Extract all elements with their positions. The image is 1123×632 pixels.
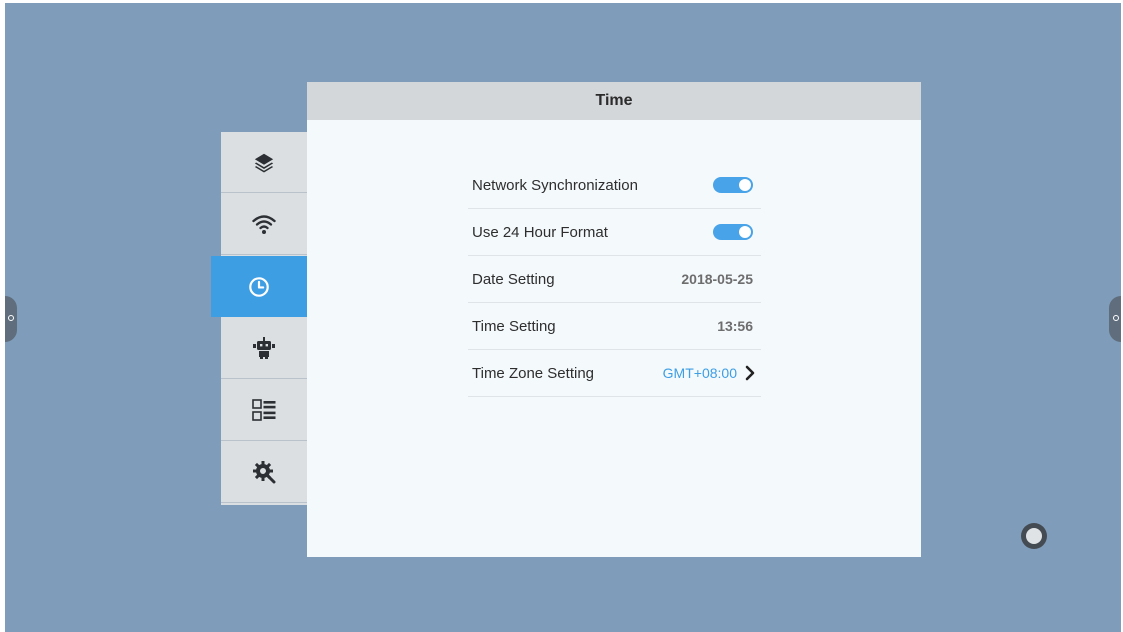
sidebar-item-time[interactable] [211,256,307,317]
clock-icon [249,276,269,297]
network-sync-toggle[interactable] [713,177,753,193]
panel-title: Time [595,92,633,109]
hour-format-label: Use 24 Hour Format [472,223,608,241]
date-setting-row[interactable]: Date Setting 2018-05-25 [468,256,761,303]
robot-icon [253,337,275,359]
sidebar-item-system[interactable] [221,442,307,503]
sidebar-item-applications[interactable] [221,380,307,441]
time-value: 13:56 [717,318,753,334]
circle-icon [1026,528,1042,544]
date-setting-label: Date Setting [472,270,555,288]
layers-icon [254,153,274,173]
floating-menu-button[interactable] [1021,523,1047,549]
toggle-knob [739,226,751,238]
handle-dot-icon [1113,315,1119,321]
time-zone-row[interactable]: Time Zone Setting GMT+08:00 [468,350,761,397]
left-edge-handle[interactable] [5,296,17,342]
time-settings-list: Network Synchronization Use 24 Hour Form… [468,162,761,397]
time-zone-label: Time Zone Setting [472,364,594,382]
hour-format-toggle[interactable] [713,224,753,240]
network-sync-row[interactable]: Network Synchronization [468,162,761,209]
time-setting-row[interactable]: Time Setting 13:56 [468,303,761,350]
date-value: 2018-05-25 [681,271,753,287]
chevron-right-icon [745,365,755,381]
handle-dot-icon [8,315,14,321]
sidebar-item-assistant[interactable] [221,318,307,379]
toggle-knob [739,179,751,191]
gear-wrench-icon [253,461,276,484]
hour-format-row[interactable]: Use 24 Hour Format [468,209,761,256]
time-zone-selector[interactable]: GMT+08:00 [662,365,755,381]
network-sync-label: Network Synchronization [472,176,638,194]
time-setting-label: Time Setting [472,317,556,335]
settings-sidebar [211,132,307,505]
wifi-icon [252,215,276,234]
sidebar-item-network[interactable] [221,194,307,255]
right-edge-handle[interactable] [1109,296,1121,342]
app-list-icon [252,399,276,421]
time-zone-value: GMT+08:00 [662,365,737,381]
panel-header: Time [307,82,921,120]
sidebar-item-display[interactable] [221,132,307,193]
